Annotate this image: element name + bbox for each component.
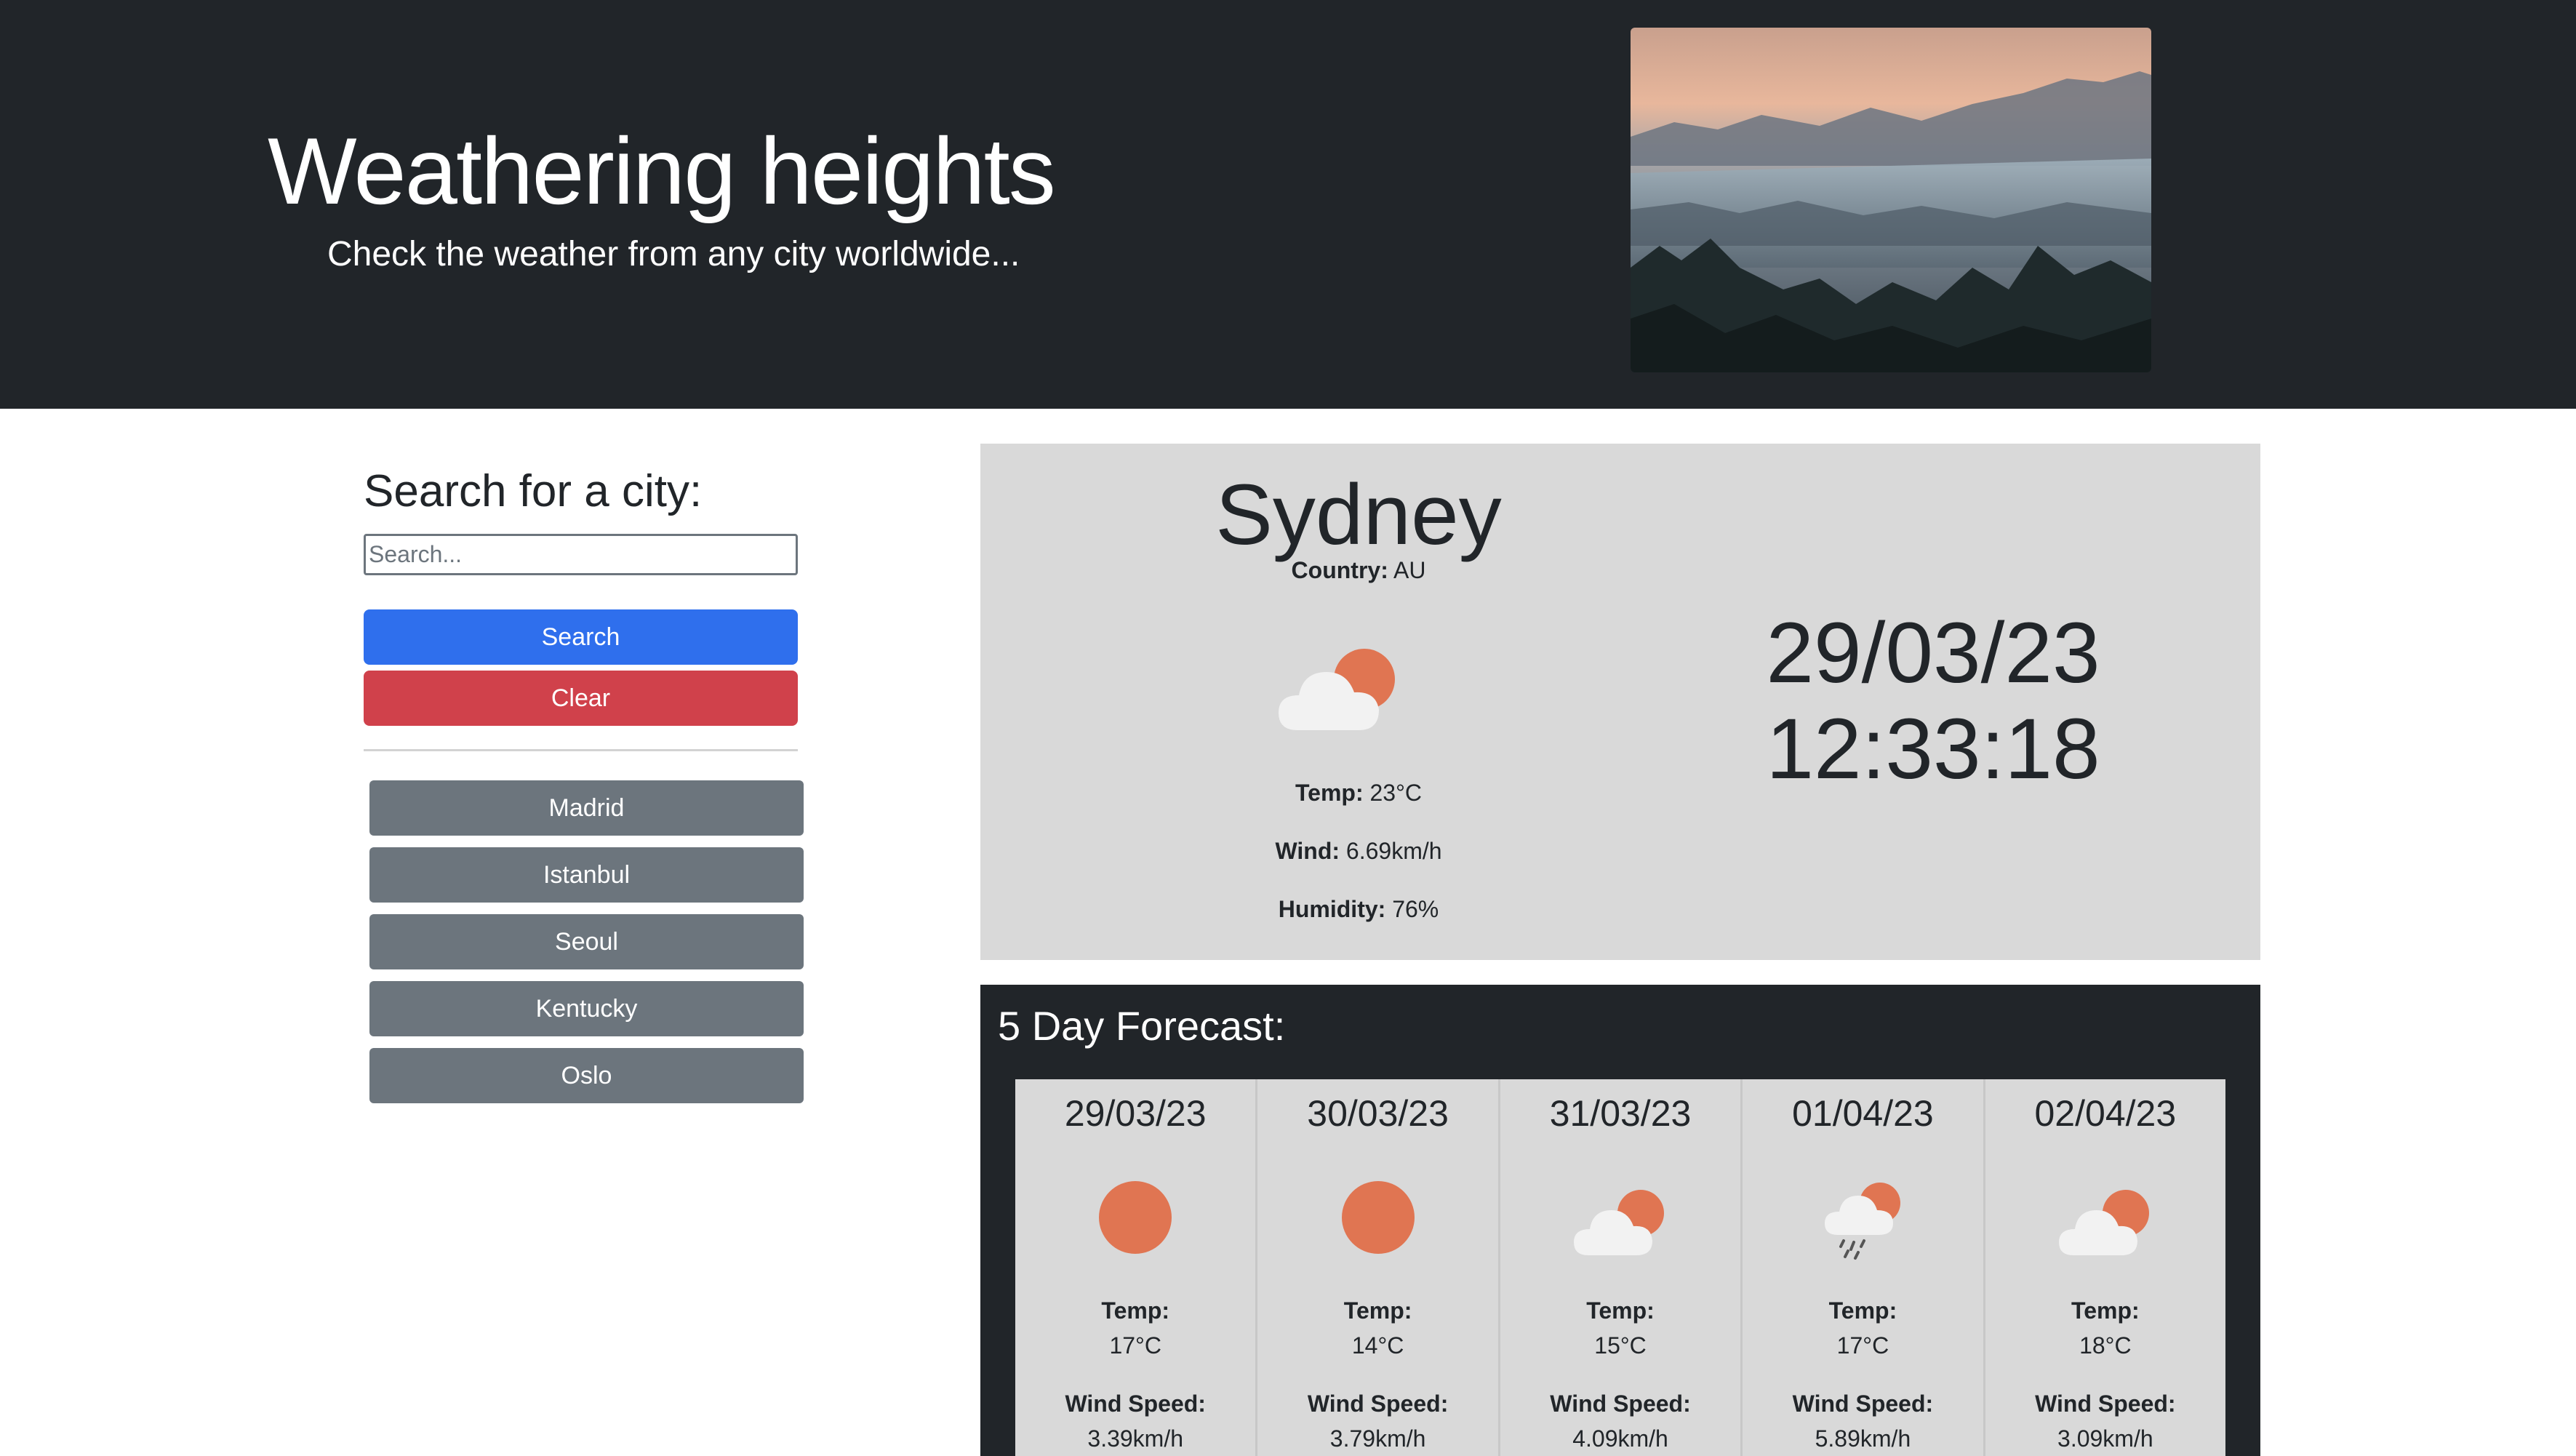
city-name: Sydney [1215, 467, 1502, 563]
temp-value: 23°C [1369, 780, 1423, 806]
history-city-button[interactable]: Madrid [369, 780, 804, 836]
sun-icon [1099, 1181, 1172, 1254]
forecast-temp-label: Temp: [2071, 1297, 2140, 1324]
partly-cloudy-icon [1279, 649, 1395, 730]
temp-line: Temp: 23°C [980, 780, 1737, 807]
forecast-date: 02/04/23 [2034, 1093, 2177, 1134]
header-landscape-image [1631, 28, 2151, 372]
forecast-temp-label: Temp: [1586, 1297, 1655, 1324]
wind-label: Wind: [1275, 838, 1340, 864]
search-input[interactable] [364, 534, 798, 575]
forecast-wind-label: Wind Speed: [2035, 1391, 2176, 1417]
forecast-title: 5 Day Forecast: [998, 1003, 1286, 1049]
divider [364, 749, 798, 751]
forecast-temp-value: 17°C [1109, 1332, 1161, 1359]
current-date: 29/03/23 [1766, 605, 2100, 701]
forecast-temp-label: Temp: [1343, 1297, 1412, 1324]
forecast-wind-value: 4.09km/h [1572, 1425, 1668, 1452]
site-header: Weathering heights Check the weather fro… [0, 0, 2576, 409]
forecast-day-card: 01/04/23 Temp: 17°C Wind Speed: 5.89km/h [1743, 1079, 1985, 1456]
forecast-wind-value: 3.79km/h [1329, 1425, 1426, 1452]
forecast-day-card: 30/03/23 Temp: 14°C Wind Speed: 3.79km/h [1257, 1079, 1500, 1456]
forecast-panel: 5 Day Forecast: 29/03/23 Temp: 17°C Wind… [980, 985, 2260, 1456]
forecast-temp-value: 18°C [2079, 1332, 2132, 1359]
forecast-day-card: 31/03/23 Temp: 15°C Wind Speed: 4.09km/h [1500, 1079, 1743, 1456]
history-city-button[interactable]: Seoul [369, 914, 804, 969]
partly-cloudy-icon [2058, 1190, 2149, 1255]
forecast-temp-label: Temp: [1101, 1297, 1170, 1324]
temp-label: Temp: [1295, 780, 1364, 806]
forecast-date: 31/03/23 [1549, 1093, 1692, 1134]
clear-button[interactable]: Clear [364, 671, 798, 726]
rain-cloud-icon [1825, 1183, 1901, 1260]
sun-icon [1341, 1181, 1415, 1254]
current-time: 12:33:18 [1766, 701, 2100, 797]
forecast-wind-label: Wind Speed: [1065, 1391, 1206, 1417]
humidity-line: Humidity: 76% [980, 896, 1737, 923]
history-city-button[interactable]: Istanbul [369, 847, 804, 903]
forecast-day-card: 29/03/23 Temp: 17°C Wind Speed: 3.39km/h [1015, 1079, 1258, 1456]
search-history-list: Madrid Istanbul Seoul Kentucky Oslo [369, 780, 804, 1115]
forecast-wind-label: Wind Speed: [1550, 1391, 1691, 1417]
forecast-temp-label: Temp: [1828, 1297, 1897, 1324]
wind-value: 6.69km/h [1345, 838, 1442, 864]
history-city-button[interactable]: Kentucky [369, 981, 804, 1036]
country-label: Country: [1291, 557, 1388, 583]
humidity-value: 76% [1392, 896, 1439, 922]
wind-line: Wind: 6.69km/h [980, 838, 1737, 865]
current-weather-panel: Sydney Country: AU Temp: 23°C Wind: 6.69… [980, 444, 2260, 960]
country-line: Country: AU [980, 557, 1737, 584]
site-title: Weathering heights [268, 118, 1056, 224]
search-heading: Search for a city: [364, 466, 703, 516]
search-button[interactable]: Search [364, 609, 798, 665]
country-value: AU [1393, 557, 1426, 583]
site-tagline: Check the weather from any city worldwid… [327, 235, 1020, 273]
humidity-label: Humidity: [1278, 896, 1386, 922]
forecast-temp-value: 14°C [1351, 1332, 1404, 1359]
forecast-wind-value: 3.09km/h [2057, 1425, 2153, 1452]
forecast-date: 30/03/23 [1307, 1093, 1449, 1134]
forecast-wind-value: 3.39km/h [1087, 1425, 1184, 1452]
history-city-button[interactable]: Oslo [369, 1048, 804, 1103]
forecast-day-card: 02/04/23 Temp: 18°C Wind Speed: 3.09km/h [1985, 1079, 2225, 1456]
forecast-wind-value: 5.89km/h [1815, 1425, 1911, 1452]
forecast-wind-label: Wind Speed: [1792, 1391, 1934, 1417]
partly-cloudy-icon [1574, 1190, 1665, 1255]
forecast-date: 01/04/23 [1792, 1093, 1934, 1134]
forecast-days: 29/03/23 Temp: 17°C Wind Speed: 3.39km/h… [1015, 1079, 2225, 1456]
forecast-date: 29/03/23 [1064, 1093, 1207, 1134]
forecast-temp-value: 17°C [1836, 1332, 1889, 1359]
forecast-wind-label: Wind Speed: [1307, 1391, 1449, 1417]
forecast-temp-value: 15°C [1594, 1332, 1647, 1359]
